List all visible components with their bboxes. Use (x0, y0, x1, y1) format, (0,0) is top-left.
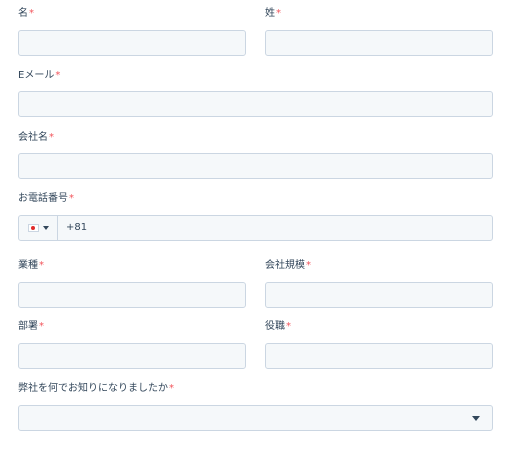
signup-form: 名* 姓* Eメール* 会社名* お電話番号* +81 業種* 会社規模* 部署… (0, 0, 517, 450)
required-marker: * (276, 8, 281, 19)
required-marker: * (286, 321, 291, 332)
required-marker: * (39, 260, 44, 271)
department-label: 部署* (18, 320, 44, 334)
industry-label: 業種* (18, 259, 44, 273)
job-title-label-text: 役職 (265, 321, 285, 332)
caret-down-icon (472, 416, 480, 421)
required-marker: * (306, 260, 311, 271)
first-name-label-text: 名 (18, 8, 28, 19)
referral-source-select[interactable] (18, 405, 493, 431)
required-marker: * (169, 383, 174, 394)
required-marker: * (69, 193, 74, 204)
company-size-input[interactable] (265, 282, 493, 308)
first-name-input[interactable] (18, 30, 246, 56)
first-name-label: 名* (18, 7, 34, 21)
required-marker: * (39, 321, 44, 332)
required-marker: * (55, 70, 61, 81)
japan-flag-icon (27, 224, 39, 232)
job-title-label: 役職* (265, 320, 291, 334)
email-label: Eメール* (18, 69, 60, 83)
phone-label: お電話番号* (18, 192, 74, 206)
referral-source-label-text: 弊社を何でお知りになりましたか (18, 383, 168, 394)
company-size-label-text: 会社規模 (265, 260, 305, 271)
company-size-label: 会社規模* (265, 259, 311, 273)
last-name-label-text: 姓 (265, 8, 275, 19)
email-label-text: Eメール (18, 70, 55, 81)
last-name-input[interactable] (265, 30, 493, 56)
phone-dial-code[interactable]: +81 (66, 221, 87, 235)
industry-input[interactable] (18, 282, 246, 308)
job-title-input[interactable] (265, 343, 493, 369)
phone-label-text: お電話番号 (18, 193, 68, 204)
department-input[interactable] (18, 343, 246, 369)
company-label-text: 会社名 (18, 132, 48, 143)
caret-down-icon (42, 226, 49, 230)
email-input[interactable] (18, 91, 493, 117)
required-marker: * (29, 8, 34, 19)
country-selector[interactable] (19, 216, 58, 240)
referral-source-label: 弊社を何でお知りになりましたか* (18, 382, 174, 396)
company-label: 会社名* (18, 131, 54, 145)
company-input[interactable] (18, 153, 493, 179)
phone-field: +81 (18, 215, 493, 241)
department-label-text: 部署 (18, 321, 38, 332)
last-name-label: 姓* (265, 7, 281, 21)
industry-label-text: 業種 (18, 260, 38, 271)
required-marker: * (49, 132, 54, 143)
